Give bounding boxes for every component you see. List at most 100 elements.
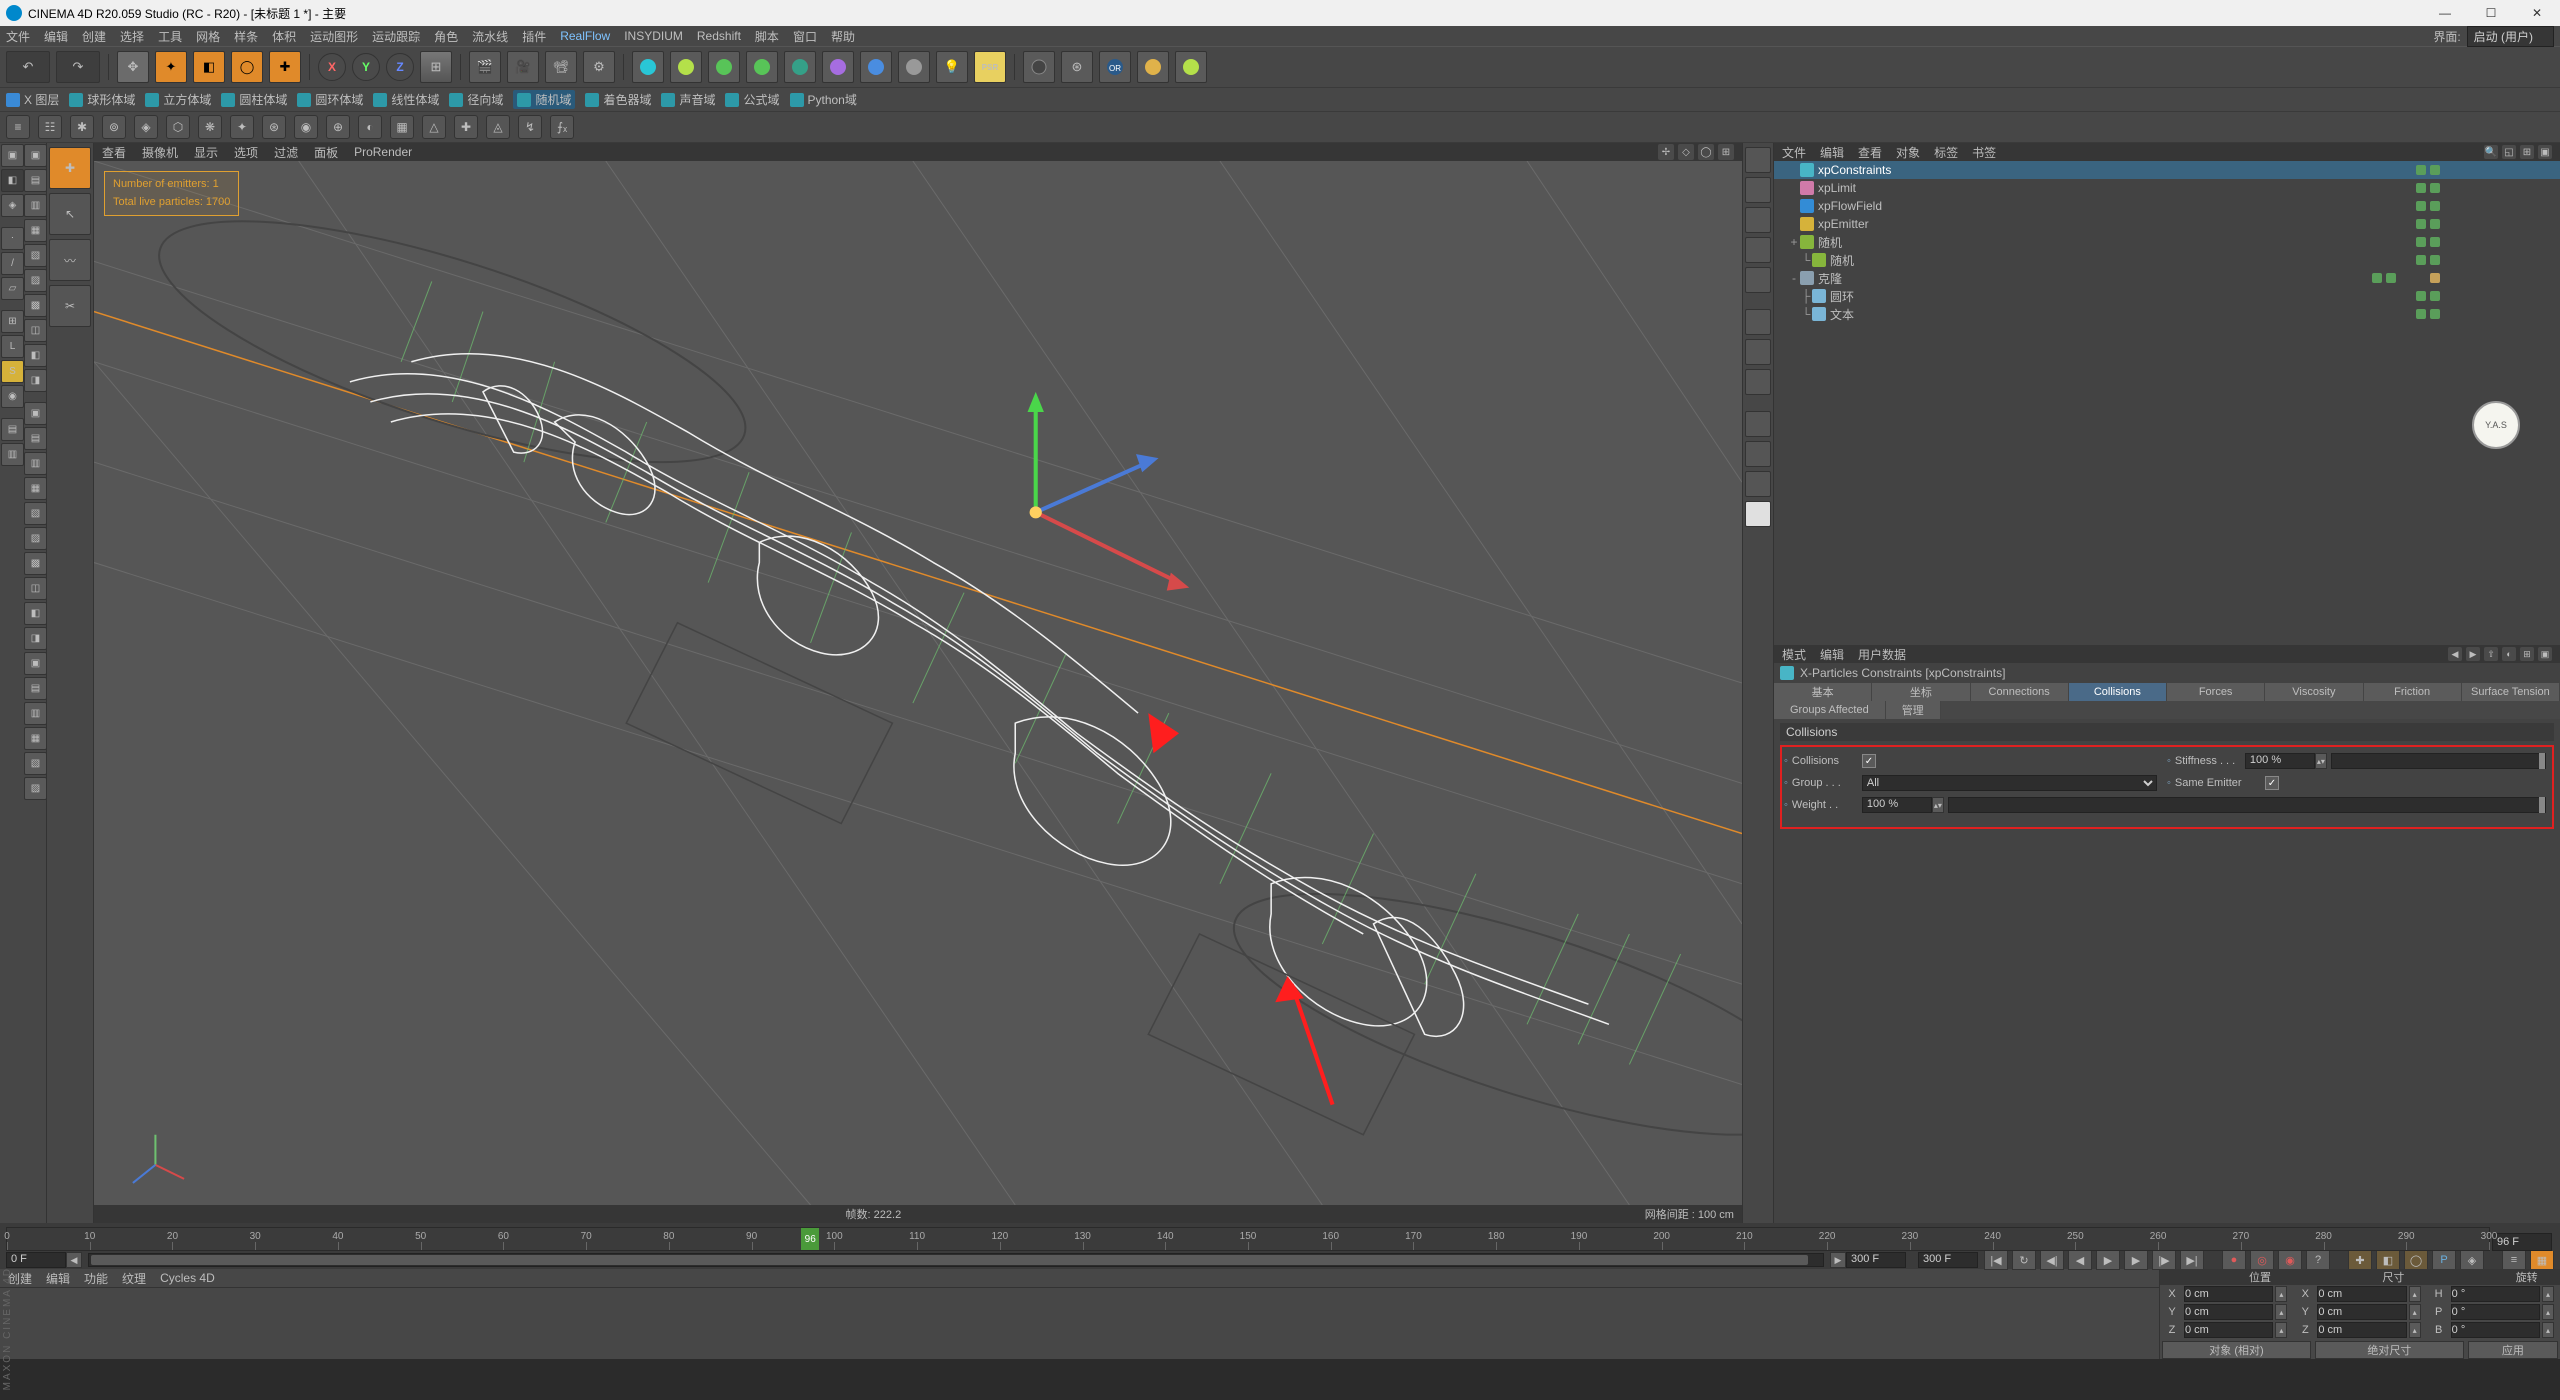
tab-surface tension[interactable]: Surface Tension — [2462, 683, 2560, 701]
z-axis-lock[interactable]: Z — [386, 53, 414, 81]
redo-button[interactable]: ↷ — [56, 51, 100, 83]
menu-item[interactable]: Redshift — [697, 29, 741, 43]
window-maximize[interactable]: ☐ — [2468, 0, 2514, 26]
rotate-tool[interactable]: ◯ — [231, 51, 263, 83]
palette-icon[interactable]: ▧ — [24, 244, 47, 267]
add-cube[interactable] — [632, 51, 664, 83]
collisions-checkbox[interactable]: ✓ — [1862, 754, 1876, 768]
am-menu-item[interactable]: 模式 — [1782, 646, 1806, 663]
stiffness-slider[interactable] — [2331, 753, 2546, 769]
range-slider[interactable] — [88, 1253, 1824, 1267]
snap-toggle[interactable]: ⊞ — [1, 310, 24, 333]
search-icon[interactable]: 🔍 — [2484, 145, 2498, 159]
xp-icon[interactable]: △ — [422, 115, 446, 139]
xp-icon[interactable]: ✱ — [70, 115, 94, 139]
strip-icon[interactable] — [1745, 147, 1771, 173]
tree-row[interactable]: └随机 — [1774, 251, 2560, 269]
palette-icon[interactable]: ▨ — [24, 527, 47, 550]
menu-item[interactable]: 流水线 — [472, 28, 508, 45]
vp-nav-icon[interactable]: ⊞ — [1718, 144, 1734, 160]
stiffness-field[interactable]: 100 % — [2245, 753, 2315, 769]
om-menu-item[interactable]: 编辑 — [1820, 144, 1844, 161]
psr-button[interactable]: PSR — [974, 51, 1006, 83]
render-settings[interactable]: ⚙ — [583, 51, 615, 83]
xp-or-button[interactable]: OR — [1099, 51, 1131, 83]
palette-icon[interactable]: ▣ — [24, 652, 47, 675]
rec-pla[interactable]: ◈ — [2460, 1250, 2484, 1270]
pos-field[interactable]: 0 cm — [2184, 1286, 2273, 1302]
palette-icon[interactable]: ▦ — [24, 477, 47, 500]
step-fwd[interactable]: ▶ — [2124, 1250, 2148, 1270]
strip-icon[interactable] — [1745, 237, 1771, 263]
palette-icon[interactable]: ◫ — [24, 319, 47, 342]
weight-field[interactable]: 100 % — [1862, 797, 1932, 813]
size-field[interactable]: 0 cm — [2317, 1322, 2406, 1338]
big-tool-knife[interactable]: ✂ — [49, 285, 91, 327]
field-item[interactable]: Python域 — [790, 91, 857, 108]
field-item[interactable]: 线性体域 — [373, 91, 439, 108]
add-light[interactable]: 💡 — [936, 51, 968, 83]
vp-menu-item[interactable]: 过滤 — [274, 144, 298, 161]
big-tool-brush[interactable]: 〰 — [49, 239, 91, 281]
vp-menu-item[interactable]: 显示 — [194, 144, 218, 161]
am-btn[interactable]: ◐ — [2502, 647, 2516, 661]
vp-nav-icon[interactable]: ✢ — [1658, 144, 1674, 160]
menu-item[interactable]: 脚本 — [755, 28, 779, 45]
om-btn[interactable]: ⊞ — [2520, 145, 2534, 159]
xp-icon[interactable]: ☷ — [38, 115, 62, 139]
play[interactable]: ▶ — [2096, 1250, 2120, 1270]
menu-item[interactable]: 网格 — [196, 28, 220, 45]
tab-基本[interactable]: 基本 — [1774, 683, 1872, 701]
rec-rot[interactable]: ◯ — [2404, 1250, 2428, 1270]
xp-icon[interactable]: ◈ — [134, 115, 158, 139]
menu-item[interactable]: 编辑 — [44, 28, 68, 45]
big-tool-move[interactable]: ✚ — [49, 147, 91, 189]
menu-item[interactable]: 插件 — [522, 28, 546, 45]
menu-item[interactable]: 样条 — [234, 28, 258, 45]
menu-item[interactable]: 帮助 — [831, 28, 855, 45]
xp-icon[interactable]: ⬡ — [166, 115, 190, 139]
mat-tab[interactable]: 功能 — [84, 1270, 108, 1287]
xp-icon[interactable]: ❋ — [198, 115, 222, 139]
add-environment[interactable] — [860, 51, 892, 83]
tree-row[interactable]: xpConstraints — [1774, 161, 2560, 179]
mode-model[interactable]: ▣ — [1, 144, 24, 167]
vp-menu-item[interactable]: 查看 — [102, 144, 126, 161]
strip-icon[interactable] — [1745, 501, 1771, 527]
tree-row[interactable]: -克隆 — [1774, 269, 2560, 287]
xp-button-2[interactable]: ⊛ — [1061, 51, 1093, 83]
mat-tab[interactable]: Cycles 4D — [160, 1271, 215, 1285]
vp-menu-item[interactable]: 面板 — [314, 144, 338, 161]
move-tool[interactable]: ✦ — [155, 51, 187, 83]
xp-icon[interactable]: ⨍ₓ — [550, 115, 574, 139]
record-key[interactable]: ● — [2222, 1250, 2246, 1270]
menu-item[interactable]: 角色 — [434, 28, 458, 45]
xp-icon[interactable]: ▦ — [390, 115, 414, 139]
render-pv[interactable]: 📽 — [545, 51, 577, 83]
field-item[interactable]: 公式域 — [725, 91, 779, 108]
field-item[interactable]: 球形体域 — [69, 91, 135, 108]
prev-key[interactable]: ◀| — [2040, 1250, 2064, 1270]
pos-field[interactable]: 0 cm — [2184, 1322, 2273, 1338]
menu-item[interactable]: 选择 — [120, 28, 144, 45]
palette-icon[interactable]: ◨ — [24, 627, 47, 650]
xp-icon[interactable]: ◉ — [294, 115, 318, 139]
tab-connections[interactable]: Connections — [1971, 683, 2069, 701]
palette-icon[interactable]: ▨ — [24, 269, 47, 292]
last-tool[interactable]: ✚ — [269, 51, 301, 83]
mat-tab[interactable]: 纹理 — [122, 1270, 146, 1287]
tab-坐标[interactable]: 坐标 — [1872, 683, 1970, 701]
strip-icon[interactable] — [1745, 339, 1771, 365]
strip-icon[interactable] — [1745, 369, 1771, 395]
om-btn[interactable]: ▣ — [2538, 145, 2552, 159]
menu-item[interactable]: 运动跟踪 — [372, 28, 420, 45]
tree-row[interactable]: +随机 — [1774, 233, 2560, 251]
strip-icon[interactable] — [1745, 441, 1771, 467]
menu-item[interactable]: 文件 — [6, 28, 30, 45]
stiffness-spinner[interactable]: ▴▾ — [2315, 753, 2327, 769]
palette-icon[interactable]: ▤ — [24, 427, 47, 450]
vp-nav-icon[interactable]: ◇ — [1678, 144, 1694, 160]
timeline-ruler[interactable]: 0102030405060708090100110120130140150160… — [6, 1227, 2490, 1251]
xp-icon[interactable]: ⊕ — [326, 115, 350, 139]
y-axis-lock[interactable]: Y — [352, 53, 380, 81]
